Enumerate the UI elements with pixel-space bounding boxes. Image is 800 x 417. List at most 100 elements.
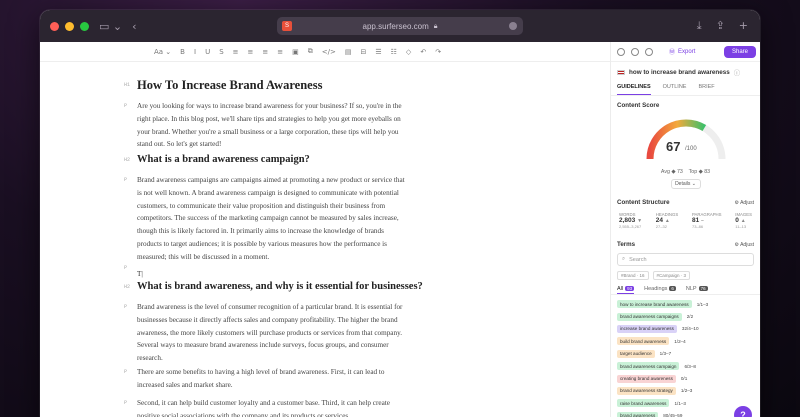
toolbar-button[interactable]: ≡ (262, 48, 268, 56)
term-count: 1/3–7 (659, 351, 672, 357)
back-icon[interactable]: ‹ (132, 20, 136, 33)
toolbar-button[interactable]: </> (322, 48, 336, 56)
new-tab-icon[interactable]: + (739, 19, 748, 33)
toolbar-button[interactable]: ◇ (406, 48, 411, 56)
term-name: increase brand awareness (617, 324, 677, 333)
term-name: target audience (617, 349, 655, 358)
term-tab-headings[interactable]: Headings 6 (644, 286, 676, 294)
top-score: Top ◆ 83 (688, 169, 711, 175)
toolbar-button[interactable]: ≡ (248, 48, 254, 56)
stat-value: 81 – (692, 217, 704, 224)
heading-tag: H2 (124, 284, 131, 290)
section-heading[interactable]: What is brand awareness, and why is it e… (137, 281, 467, 292)
maximize-window-button[interactable] (80, 21, 89, 31)
heading-tag: H1 (124, 82, 131, 88)
close-window-button[interactable] (50, 21, 59, 31)
address-bar[interactable]: S app.surferseo.com 🔒︎ (277, 17, 523, 35)
toolbar-button[interactable]: I (194, 48, 196, 56)
term-tab-all[interactable]: All 93 (617, 286, 635, 294)
term-item[interactable]: brand awareness strategy 1/2–3 (617, 385, 754, 397)
toolbar-button[interactable]: ⊟ (360, 48, 366, 56)
toolbar-button[interactable]: ≡ (277, 48, 283, 56)
help-button[interactable]: ? (734, 406, 752, 417)
toolbar-button[interactable]: ⧉ (308, 47, 313, 56)
stat-value: 2,803 ▼ (619, 217, 643, 224)
benefits-paragraph[interactable]: There are some benefits to having a high… (137, 366, 457, 392)
paragraph-row: P There are some benefits to having a hi… (124, 366, 457, 392)
toolbar-button[interactable]: S (219, 48, 223, 56)
editor-content[interactable]: H1 How To Increase Brand Awareness P Are… (40, 64, 610, 417)
content-score-max: /100 (685, 146, 697, 152)
check-icon[interactable] (631, 47, 639, 56)
more-icon[interactable] (645, 47, 653, 56)
intro-paragraph[interactable]: Are you looking for ways to increase bra… (137, 100, 457, 151)
paragraph-tag: P (124, 369, 128, 375)
minimize-window-button[interactable] (65, 21, 74, 31)
sidebar-toggle-icon[interactable]: ▭ ⌄ (99, 20, 122, 33)
definition-paragraph[interactable]: Brand awareness is the level of consumer… (137, 301, 457, 365)
gauge-track (646, 119, 726, 160)
paragraph-tag: P (124, 177, 128, 183)
tab-brief[interactable]: BRIEF (698, 84, 714, 95)
terms-adjust-button[interactable]: ⚙ Adjust (734, 242, 754, 248)
paragraph-tag: P (124, 265, 128, 271)
term-name: build brand awareness (617, 337, 670, 346)
loyalty-paragraph[interactable]: Second, it can help build customer loyal… (137, 397, 457, 417)
stat-value: 24 ▲ (655, 217, 670, 224)
section-heading[interactable]: What is a brand awareness campaign? (137, 154, 437, 165)
toolbar-button[interactable]: ↷ (435, 48, 441, 56)
browser-titlebar: ▭ ⌄ ‹ S app.surferseo.com 🔒︎ ⤓ ⇪ + (40, 10, 760, 42)
term-item[interactable]: how to increase brand awareness 1/1–3 (617, 298, 754, 310)
keyword-text: how to increase brand awareness (629, 69, 730, 76)
paragraph-row: P Second, it can help build customer loy… (124, 397, 457, 417)
tab-outline[interactable]: OUTLINE (663, 84, 687, 95)
toolbar-button[interactable]: ≡ (233, 48, 239, 56)
term-count: 0/1 (680, 376, 688, 382)
url-text: app.surferseo.com (362, 21, 429, 31)
us-flag-icon (617, 70, 625, 75)
toolbar-button[interactable]: ☰ (375, 48, 381, 56)
toolbar-button[interactable]: B (180, 48, 185, 56)
term-name: brand awareness (617, 411, 659, 417)
stat-paragraphs: PARAGRAPHS 81 –73–86 (692, 212, 722, 229)
term-item[interactable]: brand awareness campaign 6/3–8 (617, 360, 754, 372)
toolbar-button[interactable]: ☷ (391, 48, 397, 56)
paragraph-tag: P (124, 304, 128, 310)
extension-icon[interactable] (509, 22, 517, 30)
h1-row: H1 How To Increase Brand Awareness (124, 78, 437, 93)
toolbar-button[interactable]: U (205, 48, 210, 56)
search-placeholder: Search (629, 256, 647, 263)
guidelines-panel: Ⓦ Export Share how to increase brand awar… (610, 42, 760, 417)
text-cursor[interactable]: T| (137, 270, 143, 278)
term-item[interactable]: raise brand awareness 1/1–3 (617, 397, 754, 409)
filter-brand[interactable]: #Brand · 16 (617, 271, 649, 280)
campaign-paragraph[interactable]: Brand awareness campaigns are campaigns … (137, 174, 457, 264)
adjust-button[interactable]: ⚙ Adjust (734, 200, 754, 206)
document-title[interactable]: How To Increase Brand Awareness (137, 78, 437, 93)
term-count: 1/1–3 (674, 400, 686, 406)
keyword-row: how to increase brand awareness ⓘ (611, 62, 760, 80)
toolbar-button[interactable]: ↶ (420, 48, 426, 56)
term-item[interactable]: target audience 1/3–7 (617, 348, 754, 360)
lock-icon: 🔒︎ (433, 21, 438, 30)
share-icon[interactable]: ⇪ (716, 19, 725, 33)
terms-search-input[interactable]: ⌕ Search (617, 253, 754, 266)
toolbar-button[interactable]: ▤ (345, 48, 352, 56)
toolbar-button[interactable]: ▣ (292, 48, 299, 56)
term-tab-nlp[interactable]: NLP 76 (686, 286, 708, 294)
info-icon[interactable]: ⓘ (734, 68, 740, 77)
filter-campaign[interactable]: #Campaign · 3 (652, 271, 691, 280)
term-item[interactable]: increase brand awareness 32/4–10 (617, 323, 754, 335)
details-button[interactable]: Details ⌄ (670, 179, 701, 189)
share-button[interactable]: Share (723, 45, 756, 58)
download-icon[interactable]: ⤓ (697, 19, 702, 33)
term-count: 32/4–10 (681, 326, 699, 332)
tab-guidelines[interactable]: GUIDELINES (617, 84, 651, 95)
term-item[interactable]: creating brand awareness 0/1 (617, 372, 754, 384)
export-button[interactable]: Ⓦ Export (669, 47, 695, 57)
settings-icon[interactable] (617, 47, 625, 56)
term-item[interactable]: brand awareness campaigns 2/2 (617, 310, 754, 322)
term-item[interactable]: build brand awareness 1/2–4 (617, 335, 754, 347)
term-tabs: All 93 Headings 6 NLP 76 (611, 280, 760, 295)
toolbar-button[interactable]: Aa ⌄ (154, 48, 171, 56)
